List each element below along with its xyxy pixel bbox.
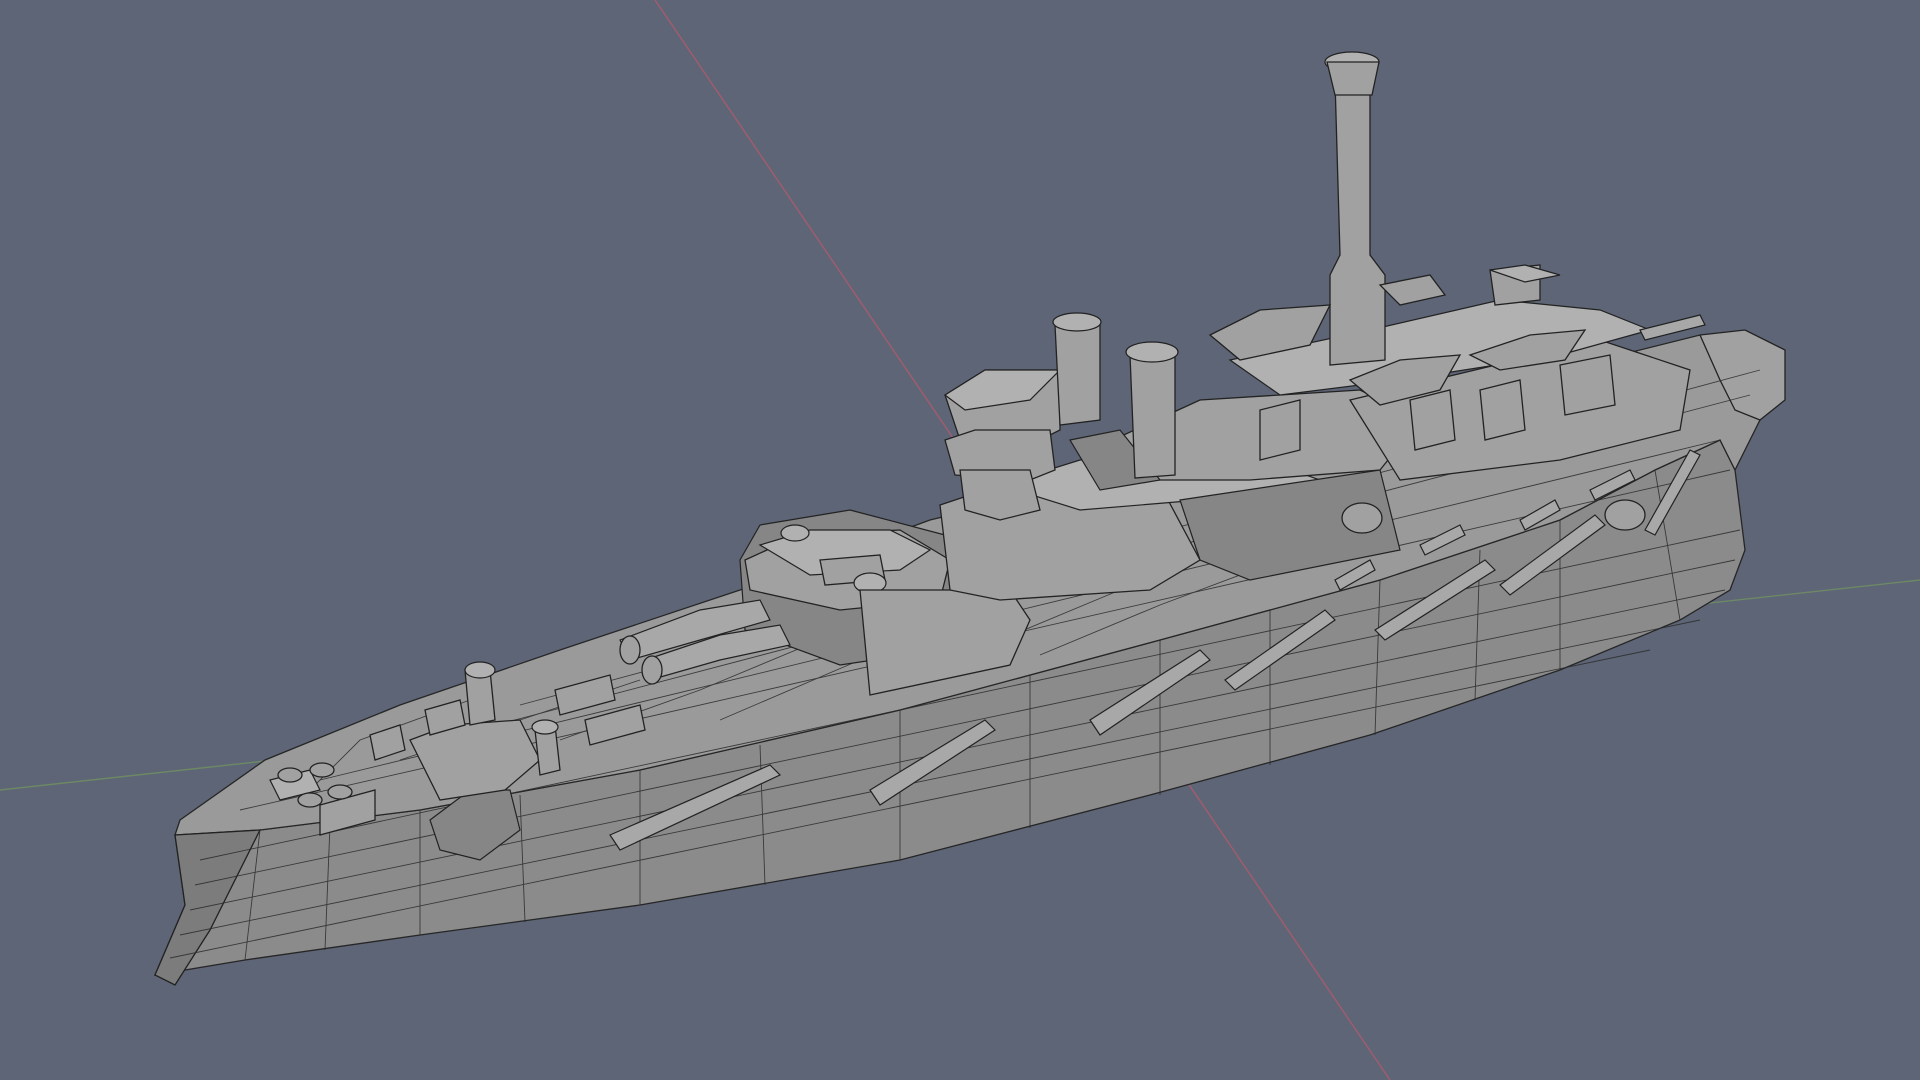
3d-viewport[interactable] (0, 0, 1920, 1080)
battleship-mesh[interactable] (153, 51, 1786, 986)
viewport-canvas[interactable] (0, 0, 1920, 1080)
